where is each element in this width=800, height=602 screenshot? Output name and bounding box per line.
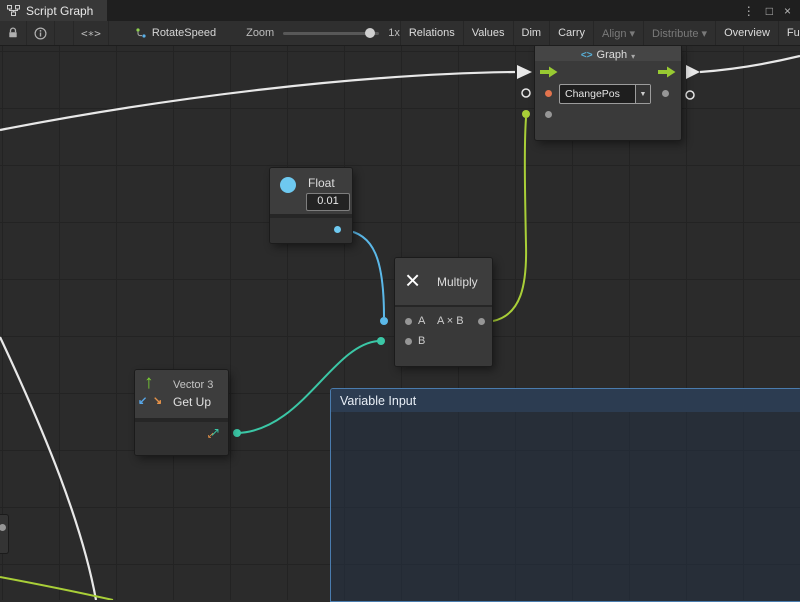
toolbar-button-carry[interactable]: Carry <box>549 21 593 45</box>
vector3-output-port-icon[interactable]: ↗ ↙ <box>207 425 221 439</box>
flow-in-arrowhead <box>517 65 532 79</box>
output-port-gray[interactable] <box>662 90 669 97</box>
variable-input-header[interactable]: Variable Input <box>331 389 800 412</box>
graph-toolbar: <∗> RotateSpeed Zoom 1x Relations Values… <box>0 21 800 46</box>
vector3-orange-arrow-icon: ↘ <box>153 394 162 407</box>
toolbar-button-relations[interactable]: Relations <box>400 21 463 45</box>
wire-flow-in[interactable] <box>0 72 515 130</box>
extra-port-gray[interactable] <box>545 111 552 118</box>
offscreen-node-port[interactable] <box>0 524 6 531</box>
window-menu-icon[interactable]: ⋮ <box>743 4 755 18</box>
toolbar-button-values[interactable]: Values <box>463 21 513 45</box>
tab-script-graph[interactable]: Script Graph <box>0 0 107 21</box>
variable-input-title: Variable Input <box>340 394 416 408</box>
wire-float-to-multiply[interactable] <box>344 230 384 317</box>
toolbar-button-overview[interactable]: Overview <box>715 21 778 45</box>
wire-start-teal-dot <box>233 429 241 437</box>
graph-canvas[interactable]: <> Graph ▾ ChangePos ▼ Float 0.01 × Mult… <box>0 45 800 600</box>
multiply-input-a-port[interactable] <box>405 318 412 325</box>
toolbar-button-distribute: Distribute ▾ <box>643 21 715 45</box>
multiply-node[interactable]: × Multiply A A × B B <box>395 258 492 366</box>
float-value-field[interactable]: 0.01 <box>306 193 350 211</box>
multiply-input-b-port[interactable] <box>405 338 412 345</box>
toolbar-button-dim[interactable]: Dim <box>513 21 550 45</box>
code-icon: <∗> <box>81 27 101 40</box>
tab-title: Script Graph <box>26 4 93 18</box>
zoom-label: Zoom <box>246 27 274 39</box>
lock-icon <box>7 27 19 39</box>
float-type-icon <box>280 177 296 193</box>
vector3-up-arrow-icon: ↑ <box>144 372 154 394</box>
relation-circle-right <box>686 91 694 99</box>
info-icon <box>34 27 47 40</box>
multiply-output-label: A × B <box>437 315 464 327</box>
changepos-dropdown-value: ChangePos <box>560 88 635 100</box>
changepos-dropdown-caret-icon[interactable]: ▼ <box>635 85 650 103</box>
zoom-slider[interactable] <box>283 32 379 35</box>
variable-input-body <box>331 412 800 601</box>
graph-node-icon: <> <box>581 50 593 61</box>
graph-asset-icon <box>135 27 147 39</box>
offscreen-node-sliver[interactable] <box>0 515 8 553</box>
graph-asset-ref[interactable]: RotateSpeed <box>135 27 216 39</box>
value-port-orange[interactable] <box>545 90 552 97</box>
code-preview-button[interactable]: <∗> <box>73 21 109 45</box>
vector3-blue-arrow-icon: ↙ <box>138 394 147 407</box>
vector3-node-title: Get Up <box>173 395 211 409</box>
graph-asset-name: RotateSpeed <box>152 27 216 39</box>
graph-node-header[interactable]: <> Graph ▾ <box>535 45 681 61</box>
multiply-icon: × <box>405 266 420 294</box>
vector3-type-label: Vector 3 <box>173 379 213 391</box>
info-button[interactable] <box>27 21 55 45</box>
float-output-port[interactable] <box>334 226 341 233</box>
float-literal-node[interactable]: Float 0.01 <box>270 168 352 243</box>
flow-out-arrowhead <box>686 65 700 79</box>
multiply-input-b-label: B <box>418 335 425 347</box>
window-maximize-icon[interactable]: □ <box>766 4 773 18</box>
multiply-output-port[interactable] <box>478 318 485 325</box>
wire-flow-bottom[interactable] <box>0 337 96 600</box>
toolbar-button-align: Align ▾ <box>593 21 643 45</box>
wire-lime-bottom[interactable] <box>0 577 113 600</box>
script-graph-icon <box>7 5 20 16</box>
float-node-title: Float <box>308 176 335 190</box>
zoom-value: 1x <box>388 27 400 39</box>
vector3-getup-node[interactable]: ↑ ↙ ↘ Vector 3 Get Up ↗ ↙ <box>135 370 228 455</box>
variable-input-panel[interactable]: Variable Input <box>330 388 800 602</box>
multiply-input-a-label: A <box>418 315 425 327</box>
wire-end-lime-dot <box>522 110 530 118</box>
wire-end-teal-dot <box>377 337 385 345</box>
window-close-icon[interactable]: × <box>784 4 791 18</box>
toolbar-button-fullscreen[interactable]: Full Screen <box>778 21 800 45</box>
window-titlebar: Script Graph ⋮ □ × <box>0 0 800 21</box>
graph-variable-node[interactable]: <> Graph ▾ ChangePos ▼ <box>535 45 681 140</box>
wire-multiply-to-graph[interactable] <box>493 118 526 321</box>
changepos-dropdown[interactable]: ChangePos ▼ <box>559 84 651 104</box>
zoom-slider-knob[interactable] <box>365 28 375 38</box>
relation-circle-left <box>522 89 530 97</box>
lock-button[interactable] <box>0 21 27 45</box>
flow-out-port-icon[interactable] <box>658 66 676 78</box>
flow-in-port-icon[interactable] <box>540 66 558 78</box>
graph-node-title: Graph <box>597 49 628 61</box>
wire-flow-out[interactable] <box>700 56 800 72</box>
multiply-node-title: Multiply <box>437 275 478 289</box>
graph-node-caret-icon: ▾ <box>631 52 635 61</box>
wire-end-cyan-dot <box>380 317 388 325</box>
